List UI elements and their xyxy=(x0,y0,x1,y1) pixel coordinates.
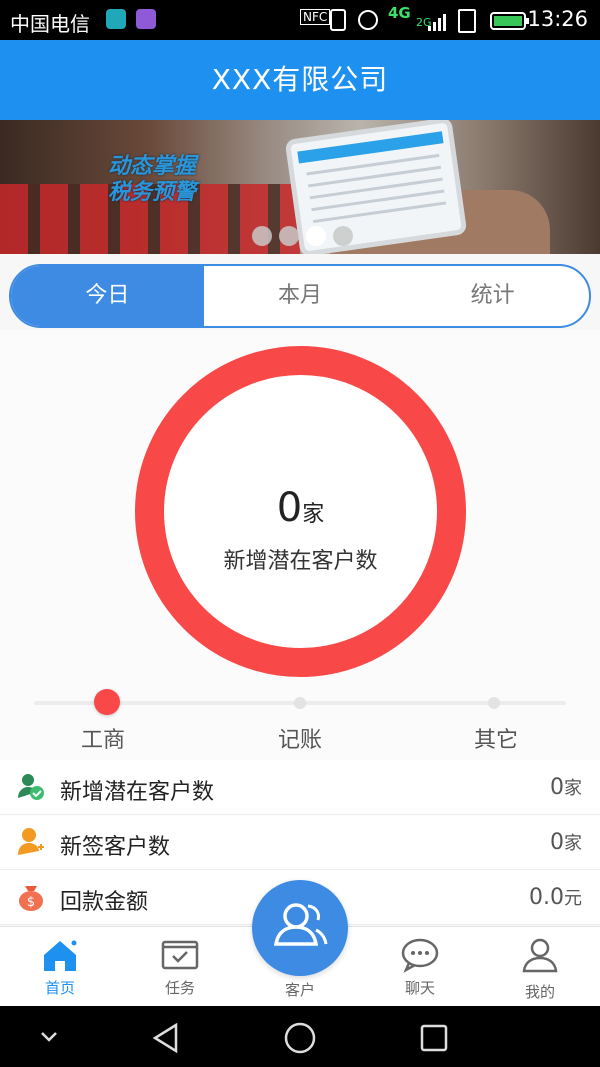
pager-dot[interactable] xyxy=(252,226,272,246)
alarm-icon xyxy=(358,10,378,30)
stat-label: 新增潜在客户数 xyxy=(60,780,215,805)
banner-slogan-line-2: 税务预警 xyxy=(108,180,197,205)
stat-number: 0 xyxy=(550,775,564,800)
nav-home[interactable]: 首页 xyxy=(0,927,120,1007)
chevron-down-icon[interactable] xyxy=(40,1030,58,1044)
money-bag-icon: $ xyxy=(19,886,43,911)
tab-this-month[interactable]: 本月 xyxy=(204,266,397,326)
home-icon xyxy=(44,940,77,971)
gallery-notification-icon xyxy=(136,9,156,29)
slider-stop-jizhang[interactable] xyxy=(294,697,306,709)
app-notification-icon xyxy=(106,9,126,29)
nav-profile[interactable]: 我的 xyxy=(480,927,600,1007)
nfc-indicator: NFC xyxy=(300,9,331,25)
battery-icon xyxy=(490,12,529,30)
period-tabs: 今日 本月 统计 xyxy=(9,264,591,328)
slider-stop-qita[interactable] xyxy=(488,697,500,709)
svg-text:$: $ xyxy=(27,895,35,910)
summary-panel: 0家 新增潜在客户数 xyxy=(0,330,600,760)
stat-number: 0.0 xyxy=(529,885,564,910)
back-icon[interactable] xyxy=(150,1022,182,1054)
list-item[interactable]: 新签客户数 0家 xyxy=(0,815,600,870)
user-add-icon xyxy=(18,828,44,855)
pager-dot-active[interactable] xyxy=(306,226,326,246)
stat-value: 0家 xyxy=(550,829,582,855)
list-item[interactable]: 新增潜在客户数 0家 xyxy=(0,760,600,815)
nav-home-label: 首页 xyxy=(44,979,75,997)
banner-slogan: 动态掌握 税务预警 xyxy=(108,154,248,206)
summary-label: 新增潜在客户数 xyxy=(223,549,378,574)
summary-number: 0 xyxy=(276,485,303,531)
system-nav-bar xyxy=(0,1006,600,1067)
banner-slogan-line-1: 动态掌握 xyxy=(108,154,197,179)
nav-profile-label: 我的 xyxy=(524,983,555,1001)
category-qita[interactable]: 其它 xyxy=(446,722,546,754)
pager-dot[interactable] xyxy=(333,226,353,246)
vibrate-icon xyxy=(330,9,346,31)
stat-unit: 家 xyxy=(564,778,582,799)
category-gongshang[interactable]: 工商 xyxy=(53,722,153,754)
profile-icon xyxy=(522,938,558,973)
banner-pager xyxy=(252,226,360,246)
stat-unit: 家 xyxy=(564,833,582,854)
signal-icon xyxy=(428,14,446,31)
stat-value: 0.0元 xyxy=(529,884,582,910)
sim-icon xyxy=(458,9,476,33)
slider-thumb-gongshang[interactable] xyxy=(94,689,120,715)
stat-value: 0家 xyxy=(550,774,582,800)
app-screen: 中国电信 NFC 4G 2G 13:26 XXX有限公司 动态掌握 税务预警 今… xyxy=(0,0,600,1067)
tab-today[interactable]: 今日 xyxy=(11,266,204,326)
status-bar: 中国电信 NFC 4G 2G 13:26 xyxy=(0,0,600,40)
stat-label: 新签客户数 xyxy=(60,835,171,860)
stat-number: 0 xyxy=(550,830,564,855)
company-title: XXX有限公司 xyxy=(211,63,389,96)
pager-dot[interactable] xyxy=(279,226,299,246)
home-circle-icon[interactable] xyxy=(283,1021,317,1055)
recents-icon[interactable] xyxy=(419,1023,449,1053)
nav-chat-label: 聊天 xyxy=(404,979,435,997)
nav-customers-label: 客户 xyxy=(284,981,315,999)
summary-unit: 家 xyxy=(302,502,325,527)
carrier-name: 中国电信 xyxy=(10,12,90,36)
stat-unit: 元 xyxy=(564,888,582,909)
customers-center-button[interactable] xyxy=(252,880,348,976)
network-4g-indicator: 4G xyxy=(388,4,411,22)
task-icon xyxy=(161,940,199,970)
nav-tasks[interactable]: 任务 xyxy=(120,927,240,1007)
chat-icon xyxy=(401,938,439,973)
stat-label: 回款金额 xyxy=(60,890,149,915)
nav-tasks-label: 任务 xyxy=(164,979,195,997)
summary-value: 0家 xyxy=(164,485,437,531)
clock: 13:26 xyxy=(527,7,588,31)
nav-chat[interactable]: 聊天 xyxy=(360,927,480,1007)
app-header: XXX有限公司 xyxy=(0,40,600,120)
summary-ring: 0家 新增潜在客户数 xyxy=(135,346,466,677)
user-check-icon xyxy=(18,774,44,800)
tab-statistics[interactable]: 统计 xyxy=(396,266,589,326)
customers-icon xyxy=(273,903,328,946)
category-jizhang[interactable]: 记账 xyxy=(250,722,350,754)
